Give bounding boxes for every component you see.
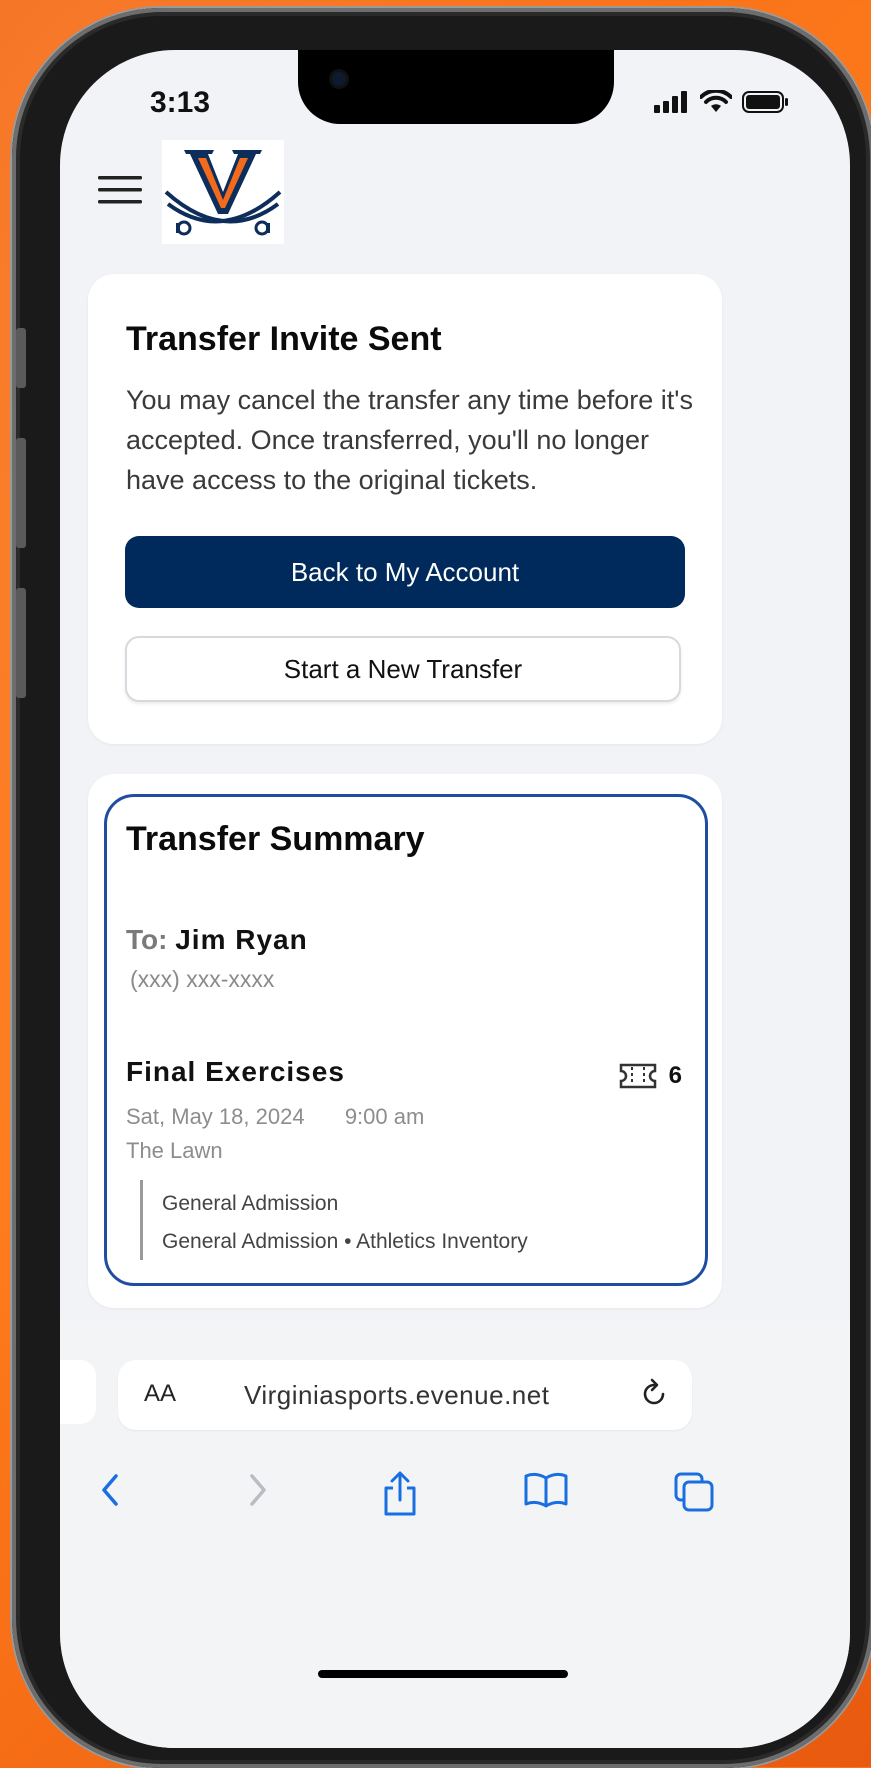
- start-new-transfer-button[interactable]: Start a New Transfer: [125, 636, 681, 702]
- home-indicator: [318, 1670, 568, 1678]
- transfer-summary-card: Transfer Summary To: Jim Ryan (xxx) xxx-…: [88, 774, 722, 1308]
- url-text[interactable]: Virginiasports.evenue.net: [244, 1380, 549, 1411]
- forward-icon[interactable]: [242, 1470, 272, 1510]
- volume-up-button: [16, 438, 26, 548]
- status-icons: [654, 90, 790, 114]
- previous-tab-peek[interactable]: [60, 1360, 96, 1424]
- recipient-phone: (xxx) xxx-xxxx: [130, 966, 275, 992]
- status-time: 3:13: [150, 86, 211, 119]
- section-line-1: General Admission: [162, 1192, 339, 1215]
- invite-message: You may cancel the transfer any time bef…: [126, 385, 693, 495]
- invite-title: Transfer Invite Sent: [126, 320, 442, 358]
- transfer-invite-card: Transfer Invite Sent You may cancel the …: [88, 274, 722, 744]
- ticket-icon: [619, 1063, 656, 1089]
- wifi-icon: [700, 90, 732, 112]
- bookmarks-icon[interactable]: [522, 1470, 570, 1510]
- mute-switch: [16, 328, 26, 388]
- ticket-count: 6: [619, 1062, 682, 1090]
- summary-title: Transfer Summary: [126, 820, 425, 858]
- address-bar[interactable]: AA Virginiasports.evenue.net: [118, 1360, 692, 1430]
- back-to-my-account-button[interactable]: Back to My Account: [125, 536, 685, 608]
- event-time: 9:00 am: [344, 1104, 425, 1129]
- back-icon[interactable]: [96, 1470, 126, 1510]
- text-size-button[interactable]: AA: [144, 1380, 176, 1408]
- share-icon[interactable]: [380, 1470, 420, 1518]
- camera: [332, 72, 346, 86]
- uva-v-sabres-logo: [164, 150, 282, 236]
- event-venue: The Lawn: [126, 1138, 223, 1163]
- section-line-2: General Admission • Athletics Inventory: [162, 1230, 528, 1253]
- recipient-name: Jim Ryan: [175, 924, 308, 955]
- to-label: To:: [126, 924, 168, 955]
- hamburger-menu-icon[interactable]: [98, 172, 142, 208]
- uva-logo[interactable]: [162, 140, 284, 244]
- tabs-icon[interactable]: [672, 1470, 716, 1514]
- safari-toolbar: AA Virginiasports.evenue.net: [60, 1320, 850, 1748]
- battery-icon: [742, 91, 788, 113]
- section-divider: [140, 1180, 143, 1260]
- event-datetime: Sat, May 18, 2024 9:00 am: [126, 1104, 424, 1130]
- screen: 3:13 Transfer Invite Sent You may cancel…: [60, 50, 850, 1748]
- event-date: Sat, May 18, 2024: [126, 1104, 305, 1129]
- reload-icon[interactable]: [636, 1376, 672, 1412]
- signal-icon: [654, 91, 687, 113]
- recipient-line: To: Jim Ryan: [126, 924, 308, 956]
- volume-down-button: [16, 588, 26, 698]
- browser-nav: [60, 1470, 850, 1530]
- ticket-count-value: 6: [668, 1062, 682, 1089]
- event-name: Final Exercises: [126, 1056, 345, 1087]
- phone-frame: 3:13 Transfer Invite Sent You may cancel…: [12, 8, 871, 1768]
- notch: [298, 50, 614, 124]
